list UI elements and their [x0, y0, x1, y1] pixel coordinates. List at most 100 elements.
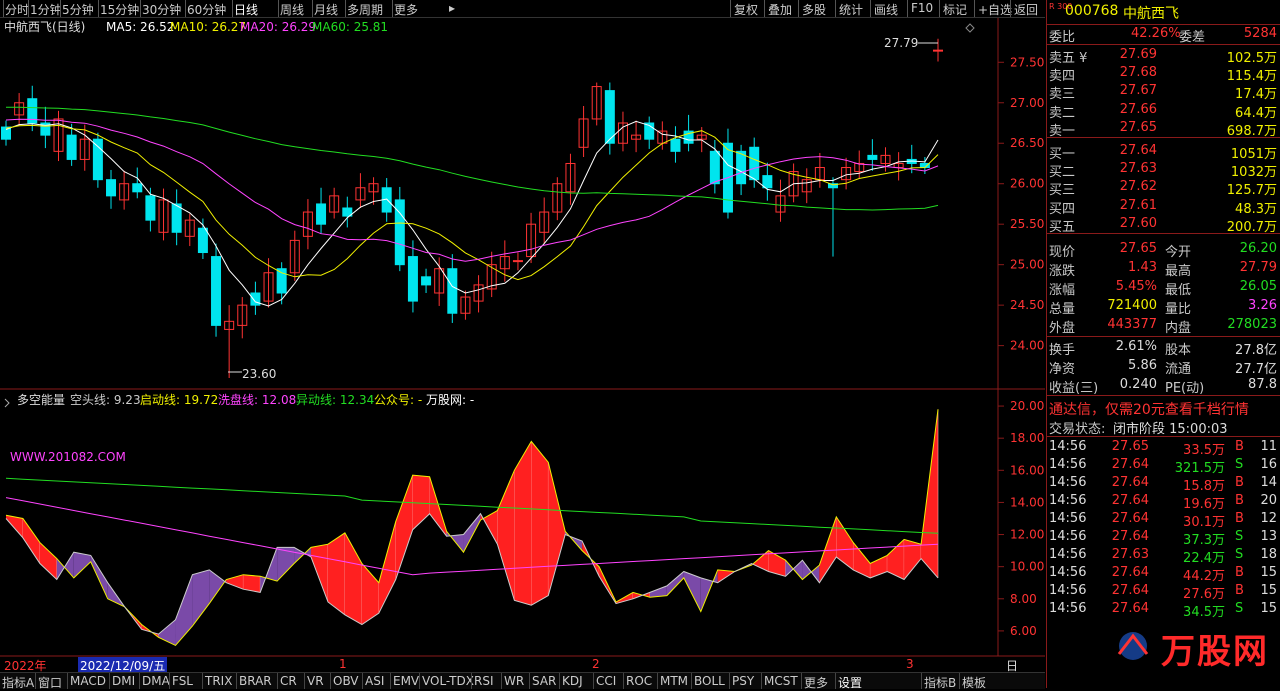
toolbar-action-1[interactable]: 叠加 [768, 1, 792, 18]
indicator-tab-16[interactable]: SAR [532, 674, 556, 688]
indicator-tab-0[interactable]: 指标A [2, 674, 34, 691]
buy-level-1[interactable]: 买一 27.64 1051万 [1047, 142, 1280, 162]
indicator-tab-17[interactable]: KDJ [562, 674, 583, 688]
bid-volume: 1051万 [1230, 147, 1277, 162]
buy-level-2[interactable]: 买二 27.63 1032万 [1047, 160, 1280, 180]
toolbar-action-7[interactable]: +自选 [978, 1, 1012, 18]
more-arrow-icon[interactable]: ▸ [449, 1, 455, 15]
indicator-tab-19[interactable]: ROC [626, 674, 652, 688]
toolbar-action-5[interactable]: F10 [911, 1, 933, 15]
indicator-tab-24[interactable]: 更多 [804, 674, 828, 691]
kline-chart[interactable]: 27.5027.0026.5026.0025.5025.0024.5024.00… [0, 18, 1045, 672]
indicator-tab-3[interactable]: DMI [112, 674, 135, 688]
sell-level-2[interactable]: 卖二 27.66 64.4万 [1047, 101, 1280, 121]
tick-time: 14:56 [1049, 601, 1087, 616]
ask-volume: 17.4万 [1235, 87, 1277, 103]
indicator-tab-8[interactable]: CR [280, 674, 297, 688]
toolbar-tab-0[interactable]: 分时 [5, 1, 29, 18]
toolbar-action-2[interactable]: 多股 [802, 1, 826, 18]
indicator-tab-15[interactable]: WR [504, 674, 524, 688]
buy-level-4[interactable]: 买四 27.61 48.3万 [1047, 197, 1280, 217]
toolbar-tab-2[interactable]: 5分钟 [62, 1, 94, 18]
quote-row-5[interactable]: 换手 2.61% 股本 27.8亿 [1047, 338, 1280, 358]
tick-row[interactable]: 14:56 27.64 19.6万 B 20 [1047, 492, 1280, 512]
indicator-tab-25[interactable]: 设置 [838, 674, 862, 691]
y-tick-label: 25.50 [1010, 217, 1044, 231]
indicator-tab-1[interactable]: 窗口 [38, 674, 62, 691]
sell-level-4[interactable]: 卖四 27.68 115.4万 [1047, 64, 1280, 84]
toolbar-tab-9[interactable]: 多周期 [347, 1, 383, 18]
toolbar-tab-3[interactable]: 15分钟 [100, 1, 139, 18]
indicator-tab-26[interactable]: 指标B [924, 674, 956, 691]
candle-body [171, 203, 182, 233]
ask-price: 27.67 [1119, 83, 1157, 99]
sub-title: 多空能量 [17, 393, 65, 407]
quote-row-7[interactable]: 收益(三) 0.240 PE(动) 87.8 [1047, 376, 1280, 396]
toolbar-action-3[interactable]: 统计 [839, 1, 863, 18]
notice-banner[interactable]: 通达信，仅需20元查看千档行情 [1047, 398, 1280, 418]
indicator-tab-18[interactable]: CCI [596, 674, 616, 688]
indicator-tab-27[interactable]: 模板 [962, 674, 986, 691]
indicator-tab-7[interactable]: BRAR [239, 674, 272, 688]
indicator-tab-6[interactable]: TRIX [205, 674, 232, 688]
toolbar-tab-4[interactable]: 30分钟 [142, 1, 181, 18]
toolbar-tab-6[interactable]: 日线 [234, 1, 258, 18]
toolbar-action-6[interactable]: 标记 [943, 1, 967, 18]
bear-band [175, 574, 193, 646]
indicator-tab-14[interactable]: RSI [474, 674, 494, 688]
toolbar-tab-7[interactable]: 周线 [280, 1, 304, 18]
indicator-tab-10[interactable]: OBV [333, 674, 359, 688]
tick-row[interactable]: 14:56 27.64 37.3万 S 13 [1047, 528, 1280, 548]
tick-time: 14:56 [1049, 529, 1087, 544]
indicator-tab-9[interactable]: VR [307, 674, 324, 688]
quote-row-6[interactable]: 净资 5.86 流通 27.7亿 [1047, 357, 1280, 377]
toolbar-action-8[interactable]: 返回 [1014, 1, 1038, 18]
indicator-tab-5[interactable]: FSL [172, 674, 193, 688]
indicator-tab-21[interactable]: BOLL [694, 674, 725, 688]
indicator-tab-20[interactable]: MTM [660, 674, 688, 688]
tick-row[interactable]: 14:56 27.64 44.2万 B 15 [1047, 564, 1280, 584]
tick-side: B [1235, 583, 1244, 598]
candle-body [736, 150, 747, 185]
quote-row-2[interactable]: 涨幅 5.45% 最低 26.05 [1047, 278, 1280, 298]
tick-row[interactable]: 14:56 27.64 15.8万 B 14 [1047, 474, 1280, 494]
tick-row[interactable]: 14:56 27.64 321.5万 S 16 [1047, 456, 1280, 476]
candle-body [211, 256, 222, 326]
indicator-tab-2[interactable]: MACD [70, 674, 106, 688]
buy-level-3[interactable]: 买三 27.62 125.7万 [1047, 178, 1280, 198]
bid-price: 27.61 [1119, 197, 1157, 213]
bull-band [311, 544, 328, 602]
tick-row[interactable]: 14:56 27.63 22.4万 S 18 [1047, 546, 1280, 566]
quote-row-1[interactable]: 涨跌 1.43 最高 27.79 [1047, 259, 1280, 279]
toolbar-tab-10[interactable]: 更多 [394, 1, 418, 18]
buy-level-5[interactable]: 买五 27.60 200.7万 [1047, 215, 1280, 235]
indicator-tab-4[interactable]: DMA [142, 674, 170, 688]
tick-row[interactable]: 14:56 27.64 34.5万 S 15 [1047, 600, 1280, 620]
toolbar-tab-5[interactable]: 60分钟 [187, 1, 226, 18]
tick-row[interactable]: 14:56 27.65 33.5万 B 11 [1047, 438, 1280, 458]
indicator-tab-23[interactable]: MCST [764, 674, 798, 688]
toolbar-tab-8[interactable]: 月线 [314, 1, 338, 18]
tick-row[interactable]: 14:56 27.64 30.1万 B 12 [1047, 510, 1280, 530]
bid-volume: 200.7万 [1226, 219, 1277, 235]
chevron-right-icon[interactable] [4, 398, 10, 408]
toolbar-tab-1[interactable]: 1分钟 [30, 1, 62, 18]
indicator-tab-13[interactable]: VOL-TDX [422, 674, 474, 688]
diamond-icon[interactable] [965, 23, 975, 33]
indicator-tab-22[interactable]: PSY [732, 674, 754, 688]
y-tick-label: 8.00 [1010, 592, 1037, 606]
tick-count: 11 [1260, 439, 1277, 454]
indicator-tab-12[interactable]: EMV [393, 674, 419, 688]
sell-level-3[interactable]: 卖三 27.67 17.4万 [1047, 82, 1280, 103]
quote-row-0[interactable]: 现价 27.65 今开 26.20 [1047, 240, 1280, 260]
quote-panel: R 300 000768 中航西飞 委比 42.26% 委差 5284 卖五 ¥… [1046, 0, 1280, 688]
sell-level-1[interactable]: 卖一 27.65 698.7万 [1047, 119, 1280, 139]
candle-body [512, 260, 523, 263]
indicator-tab-11[interactable]: ASI [365, 674, 384, 688]
quote-row-3[interactable]: 总量 721400 量比 3.26 [1047, 297, 1280, 317]
quote-row-4[interactable]: 外盘 443377 内盘 278023 [1047, 316, 1280, 336]
toolbar-action-4[interactable]: 画线 [874, 1, 898, 18]
toolbar-action-0[interactable]: 复权 [734, 1, 758, 18]
tick-row[interactable]: 14:56 27.64 27.6万 B 15 [1047, 582, 1280, 602]
sell-level-5[interactable]: 卖五 ¥27.69 102.5万 [1047, 46, 1280, 66]
